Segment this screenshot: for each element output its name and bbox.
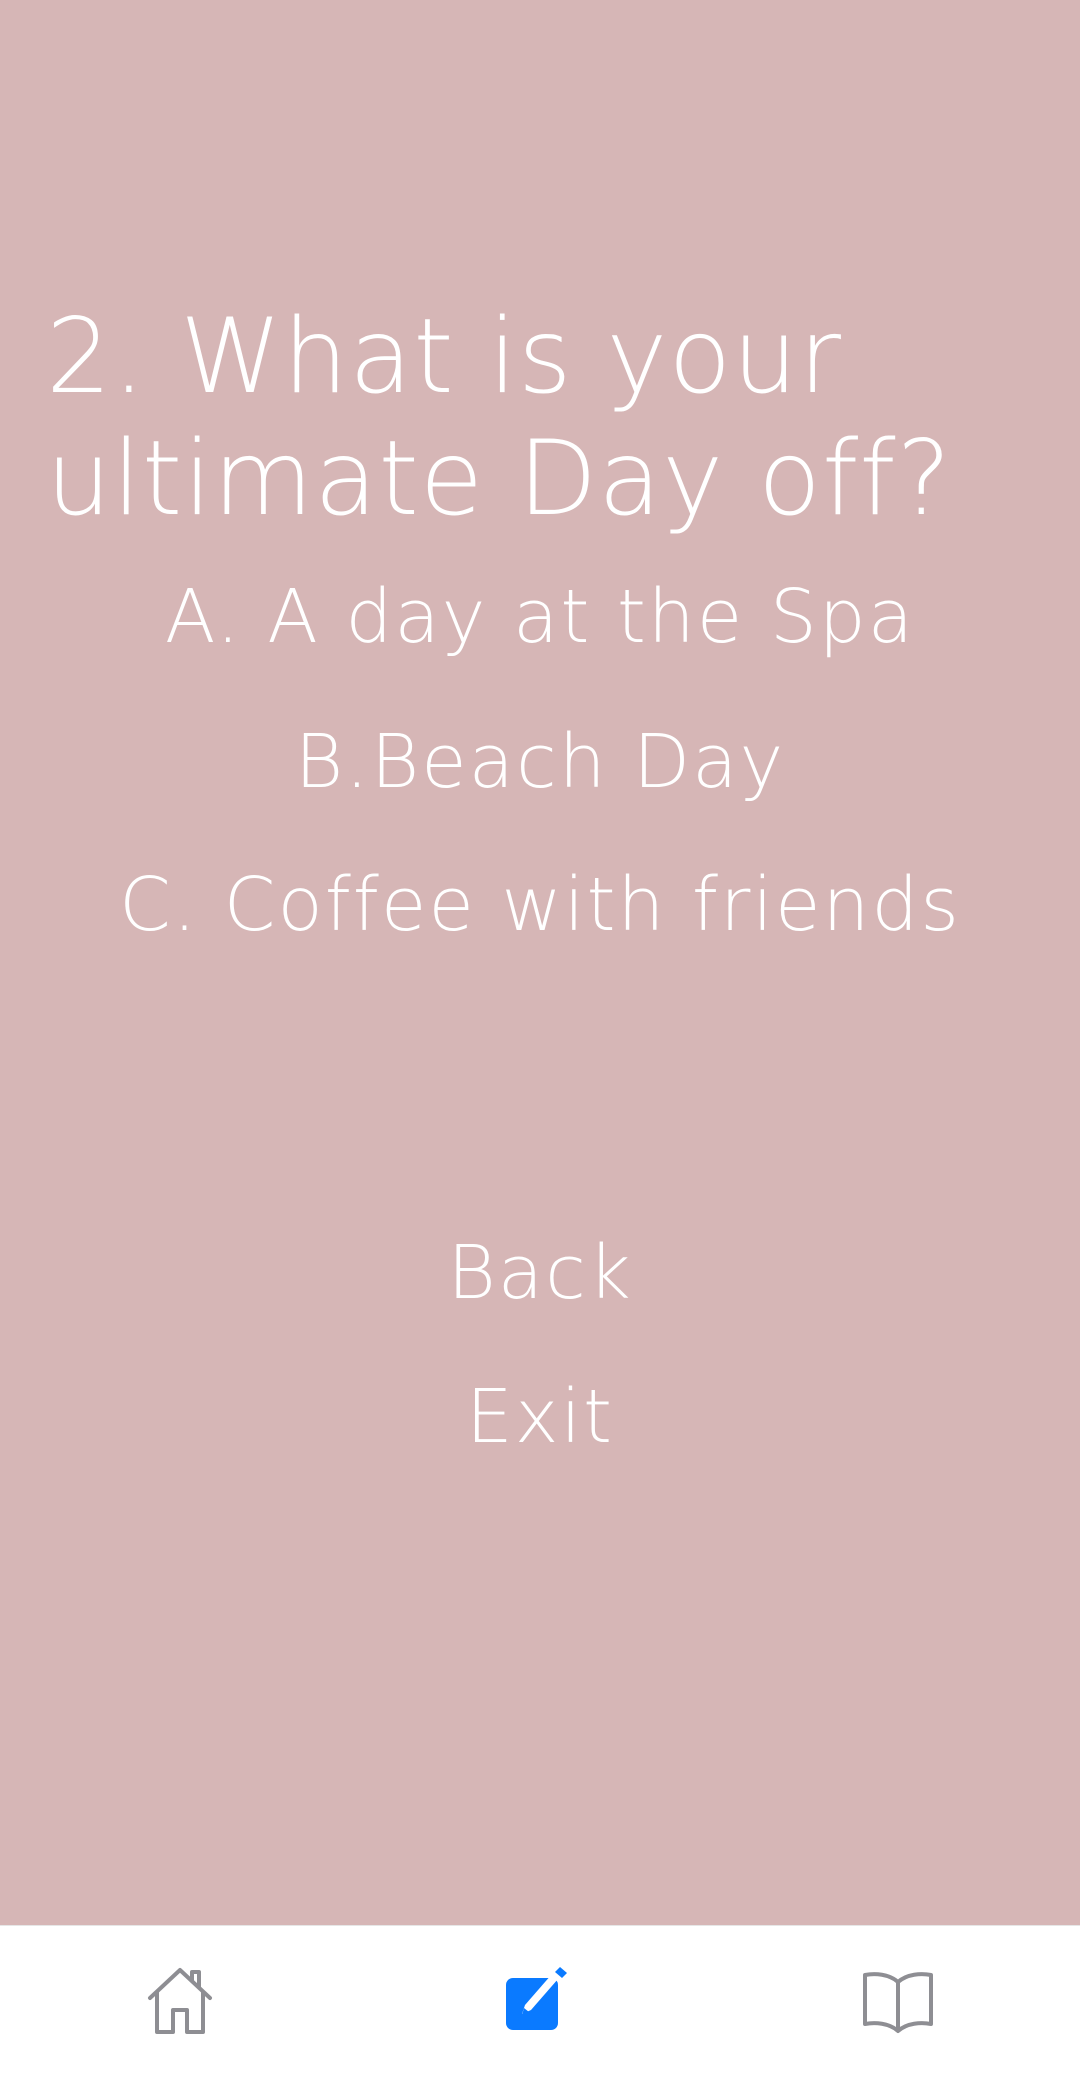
home-icon [144, 1964, 216, 2036]
option-c-button[interactable]: C. Coffee with friends [0, 860, 1080, 950]
back-button[interactable]: Back [0, 1228, 1080, 1318]
tab-read[interactable] [838, 1926, 958, 2074]
question-title: 2. What is your ultimate Day off? [46, 297, 953, 539]
tab-home[interactable] [120, 1926, 240, 2074]
edit-icon [500, 1964, 572, 2036]
option-a-button[interactable]: A. A day at the Spa [0, 572, 1080, 662]
quiz-screen: 2. What is your ultimate Day off? A. A d… [0, 0, 1080, 1925]
option-b-button[interactable]: B.Beach Day [0, 717, 1080, 807]
bottom-tab-bar [0, 1925, 1080, 2074]
tab-quiz[interactable] [476, 1926, 596, 2074]
book-icon [859, 1964, 937, 2036]
exit-button[interactable]: Exit [0, 1372, 1080, 1462]
